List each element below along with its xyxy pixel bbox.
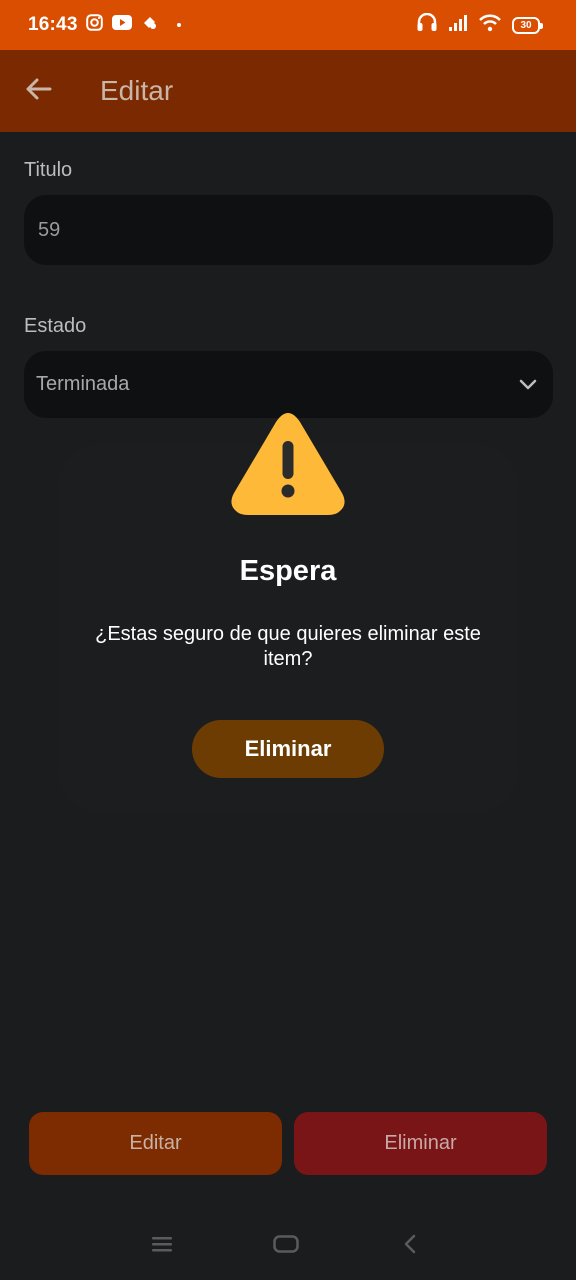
page-title: Editar [100,75,174,106]
system-back-button[interactable] [390,1234,430,1258]
arrow-left-icon [24,77,52,106]
back-button[interactable] [0,50,76,132]
titulo-label: Titulo [24,159,73,181]
recent-apps-button[interactable] [142,1234,182,1258]
home-button[interactable] [266,1234,306,1258]
maps-icon [141,14,158,36]
notification-icons [85,14,181,36]
warning-icon [228,407,348,524]
dialog-message: ¿Estas seguro de que quieres eliminar es… [95,623,481,670]
confirm-delete-button[interactable]: Eliminar [192,720,384,778]
headset-icon [416,12,438,38]
estado-label: Estado [24,315,87,337]
more-notifications-dot [176,23,181,27]
delete-button[interactable]: Eliminar [294,1112,547,1175]
dialog-title: Espera [239,555,337,587]
status-bar: 16:43 30 [0,0,576,50]
chevron-down-icon [519,373,537,396]
edit-button[interactable]: Editar [29,1112,282,1175]
app-bar: Editar [0,50,576,132]
titulo-input[interactable] [24,195,553,265]
instagram-icon [85,14,103,36]
wifi-icon [478,14,502,37]
system-icons: 30 [416,12,543,38]
estado-selected-value: Terminada [36,373,130,395]
navigation-bar [0,1210,576,1280]
signal-icon [448,14,468,37]
menu-icon [152,1236,172,1257]
battery-icon: 30 [512,16,543,34]
status-time: 16:43 [28,14,78,35]
back-icon [403,1234,417,1259]
home-icon [273,1234,299,1258]
youtube-icon [111,15,132,35]
